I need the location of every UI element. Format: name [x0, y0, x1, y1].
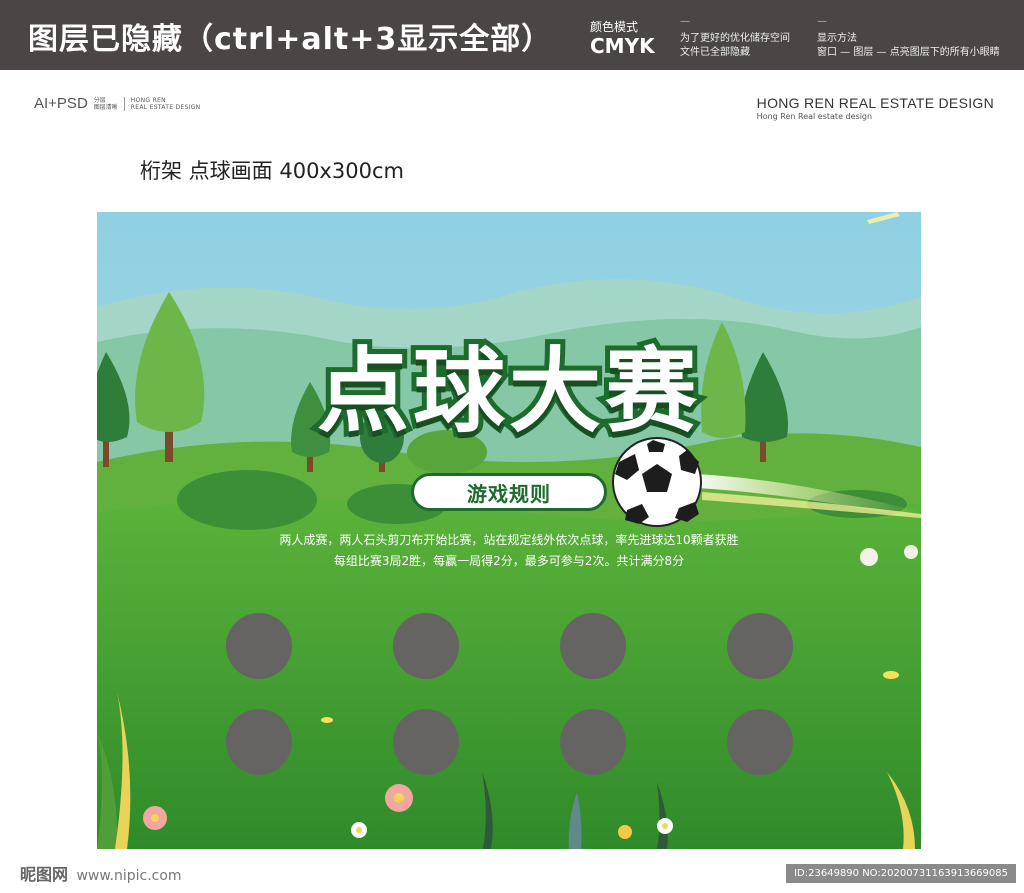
poster-title: 点球大赛 [312, 333, 702, 450]
display-method-label: 显示方法 [817, 33, 857, 44]
logo-small-text: 分层 图层清晰 [94, 97, 118, 111]
ai-psd-logo: AI+PSD 分层 图层清晰 HONG REN REAL ESTATE DESI… [34, 95, 200, 112]
logo-brand-line2: REAL ESTATE DESIGN [130, 103, 201, 111]
display-method-steps: 窗口 — 图层 — 点亮图层下的所有小眼睛 [817, 47, 1000, 58]
logo-divider [123, 96, 125, 111]
spec-line: 桁架 点球画面 400x300cm [140, 159, 404, 183]
target-hole [393, 613, 459, 679]
logo-brand-line1: HONG REN [130, 96, 166, 104]
rule-line-2: 每组比赛3局2胜，每赢一局得2分，最多可参与2次。共计满分8分 [333, 554, 685, 568]
target-hole [727, 709, 793, 775]
poster: 点球大赛 游戏规则 两人成赛，两人石头剪刀布开始比赛，站在规定线外依次点球，率先… [97, 212, 921, 849]
football-icon [612, 437, 702, 527]
color-mode-value: CMYK [590, 34, 655, 58]
target-hole [560, 613, 626, 679]
target-hole [226, 709, 292, 775]
note-dash: — [817, 16, 827, 27]
rules-pill: 游戏规则 [411, 473, 607, 511]
logo-brand: HONG REN REAL ESTATE DESIGN [131, 97, 201, 111]
target-hole [560, 709, 626, 775]
rule-line-1: 两人成赛，两人石头剪刀布开始比赛，站在规定线外依次点球，率先进球达10颗者获胜 [279, 533, 739, 547]
logo-small-line1: 分层 [93, 96, 106, 104]
storage-note-line2: 文件已全部隐藏 [680, 47, 750, 58]
hidden-layers-notice: 图层已隐藏（ctrl+alt+3显示全部） [28, 22, 553, 57]
target-hole [393, 709, 459, 775]
rules-label: 游戏规则 [467, 481, 551, 506]
logo-text: AI+PSD [34, 95, 88, 112]
brand-header: HONG REN REAL ESTATE DESIGN Hong Ren Rea… [757, 95, 994, 121]
brand-sub: Hong Ren Real estate design [756, 112, 873, 121]
logo-small-line2: 图层清晰 [93, 103, 118, 111]
watermark-url: www.nipic.com [76, 868, 182, 884]
target-hole [226, 613, 292, 679]
top-banner: 图层已隐藏（ctrl+alt+3显示全部） 颜色模式 CMYK — 为了更好的优… [0, 0, 1024, 70]
watermark-brand: 昵图网 [20, 865, 69, 884]
note-dash: — [680, 16, 690, 27]
storage-note-line1: 为了更好的优化储存空间 [680, 33, 790, 44]
target-hole [727, 613, 793, 679]
brand-main: HONG REN REAL ESTATE DESIGN [756, 95, 994, 111]
nipic-watermark: 昵图网 www.nipic.com [20, 861, 182, 885]
image-id-watermark: ID:23649890 NO:20200731163913669085 [786, 864, 1016, 883]
color-mode-label: 颜色模式 [590, 20, 639, 34]
